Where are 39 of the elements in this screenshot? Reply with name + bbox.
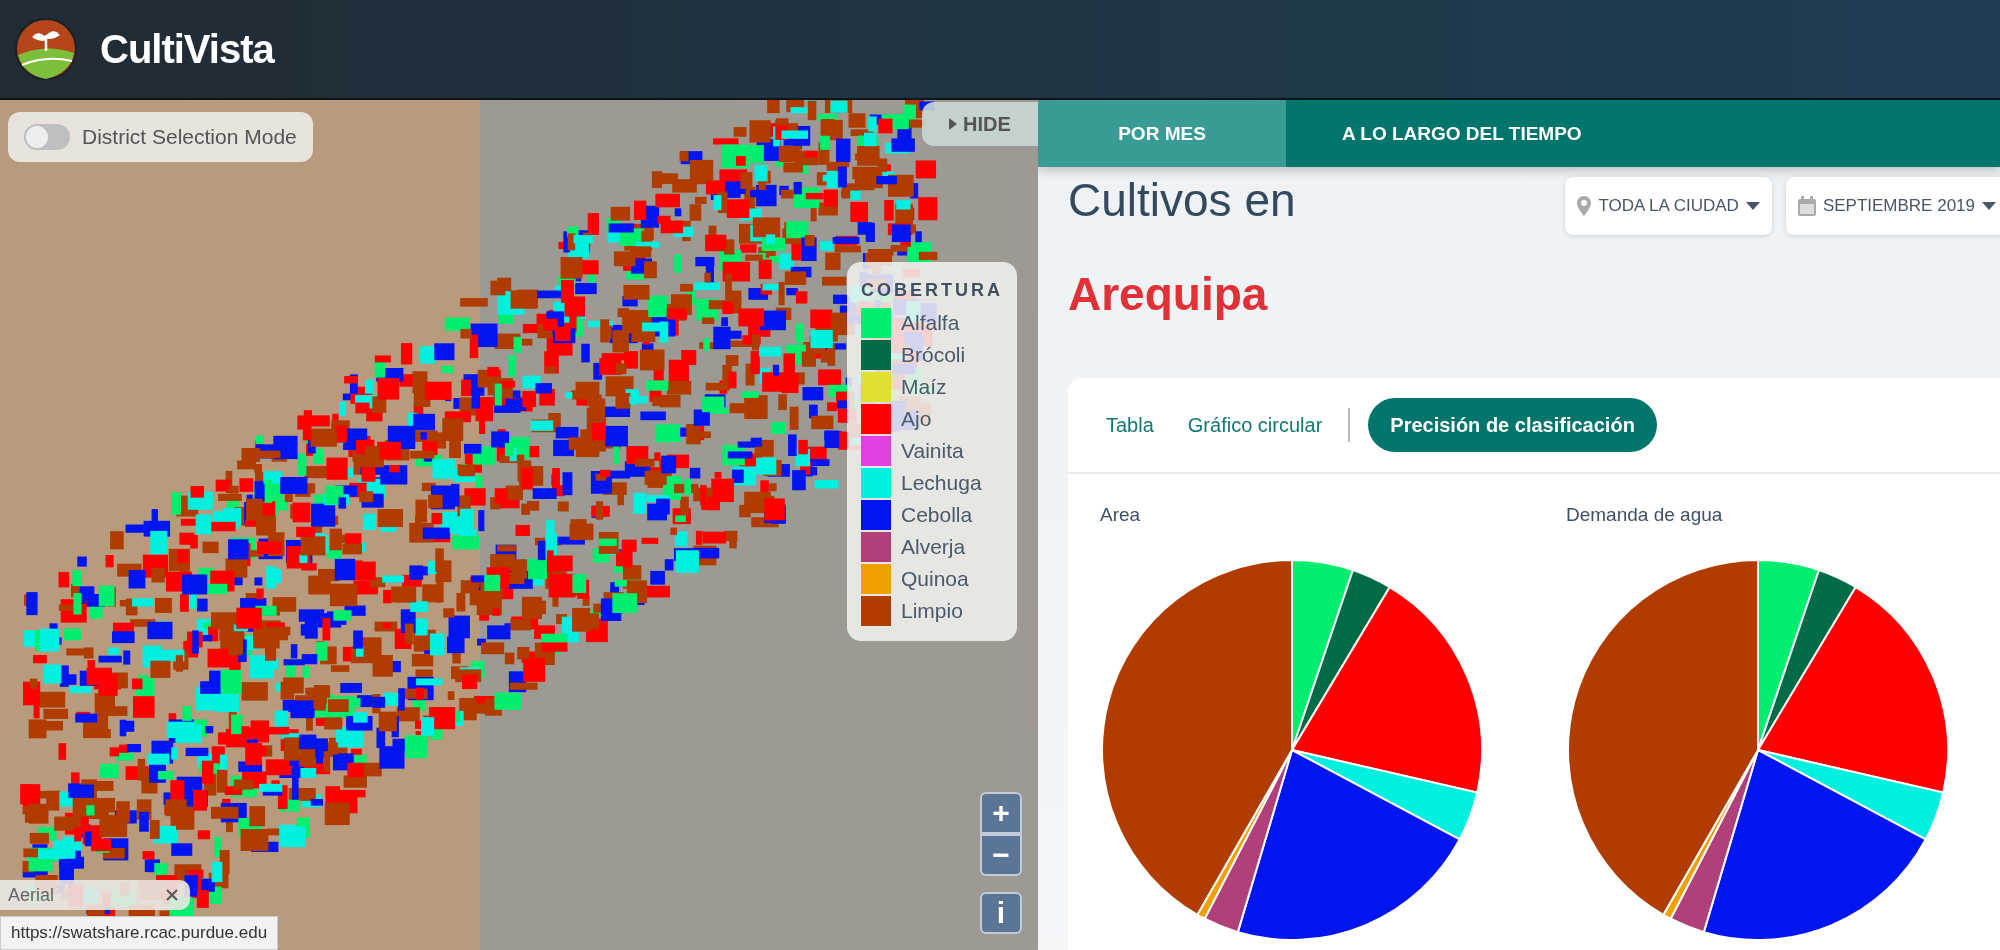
legend-label: Alfalfa — [901, 311, 960, 335]
place-name: Arequipa — [1068, 267, 1269, 321]
legend-label: Quinoa — [901, 567, 969, 591]
pin-icon — [1577, 196, 1592, 216]
basemap-select[interactable]: Aerial — [0, 880, 190, 910]
toggle-switch[interactable] — [24, 124, 70, 150]
app-title: CultiVista — [100, 26, 274, 72]
legend-label: Lechuga — [901, 471, 982, 495]
status-url: https://swatshare.rcac.purdue.edu — [0, 916, 279, 950]
dropdown[interactable]: SEPTIEMBRE 2019 — [1785, 177, 2000, 235]
page-heading: Cultivos en — [1068, 173, 1296, 227]
caret-icon — [1745, 202, 1760, 210]
view-tab[interactable]: Precisión de clasificación — [1368, 398, 1657, 452]
view-tab[interactable]: Gráfico circular — [1179, 398, 1331, 452]
chart-title: Area — [1100, 504, 1142, 526]
legend-label: Vainita — [901, 439, 964, 463]
legend-label: Alverja — [901, 535, 966, 559]
calendar-icon — [1797, 196, 1816, 216]
legend-label: Cebolla — [901, 503, 973, 527]
caret-icon — [1982, 202, 1996, 210]
legend-label: Maíz — [901, 375, 947, 399]
tab[interactable]: A LO LARGO DEL TIEMPO — [1286, 100, 1638, 167]
zoom-in-button[interactable]: + — [980, 792, 1022, 834]
info-button[interactable]: i — [980, 892, 1022, 934]
hide-button[interactable]: HIDE — [922, 102, 1038, 146]
chart-title: Demanda de agua — [1566, 504, 1724, 526]
clear-icon — [166, 889, 178, 901]
tab[interactable]: POR MES — [1038, 100, 1286, 167]
view-tab[interactable]: Tabla — [1098, 398, 1162, 452]
logo-icon — [14, 17, 78, 81]
caret-icon — [949, 118, 958, 130]
legend-label: Limpio — [901, 599, 963, 623]
dropdown[interactable]: TODA LA CIUDAD — [1565, 177, 1772, 235]
zoom-out-button[interactable]: − — [980, 834, 1022, 876]
toggle-label: District Selection Mode — [82, 125, 297, 149]
legend-label: Ajo — [901, 407, 932, 431]
legend-title: COBERTURA — [861, 280, 1003, 301]
map-view[interactable]: District Selection Mode HIDE COBERTURA Alfalfa Brócoli Maíz Ajo Vainita Lechuga Cebolla Alverja Quinoa Limpio + − i Aerial https://swatshare.rcac.purdue.edu — [0, 100, 1038, 950]
legend-label: Brócoli — [901, 343, 966, 367]
